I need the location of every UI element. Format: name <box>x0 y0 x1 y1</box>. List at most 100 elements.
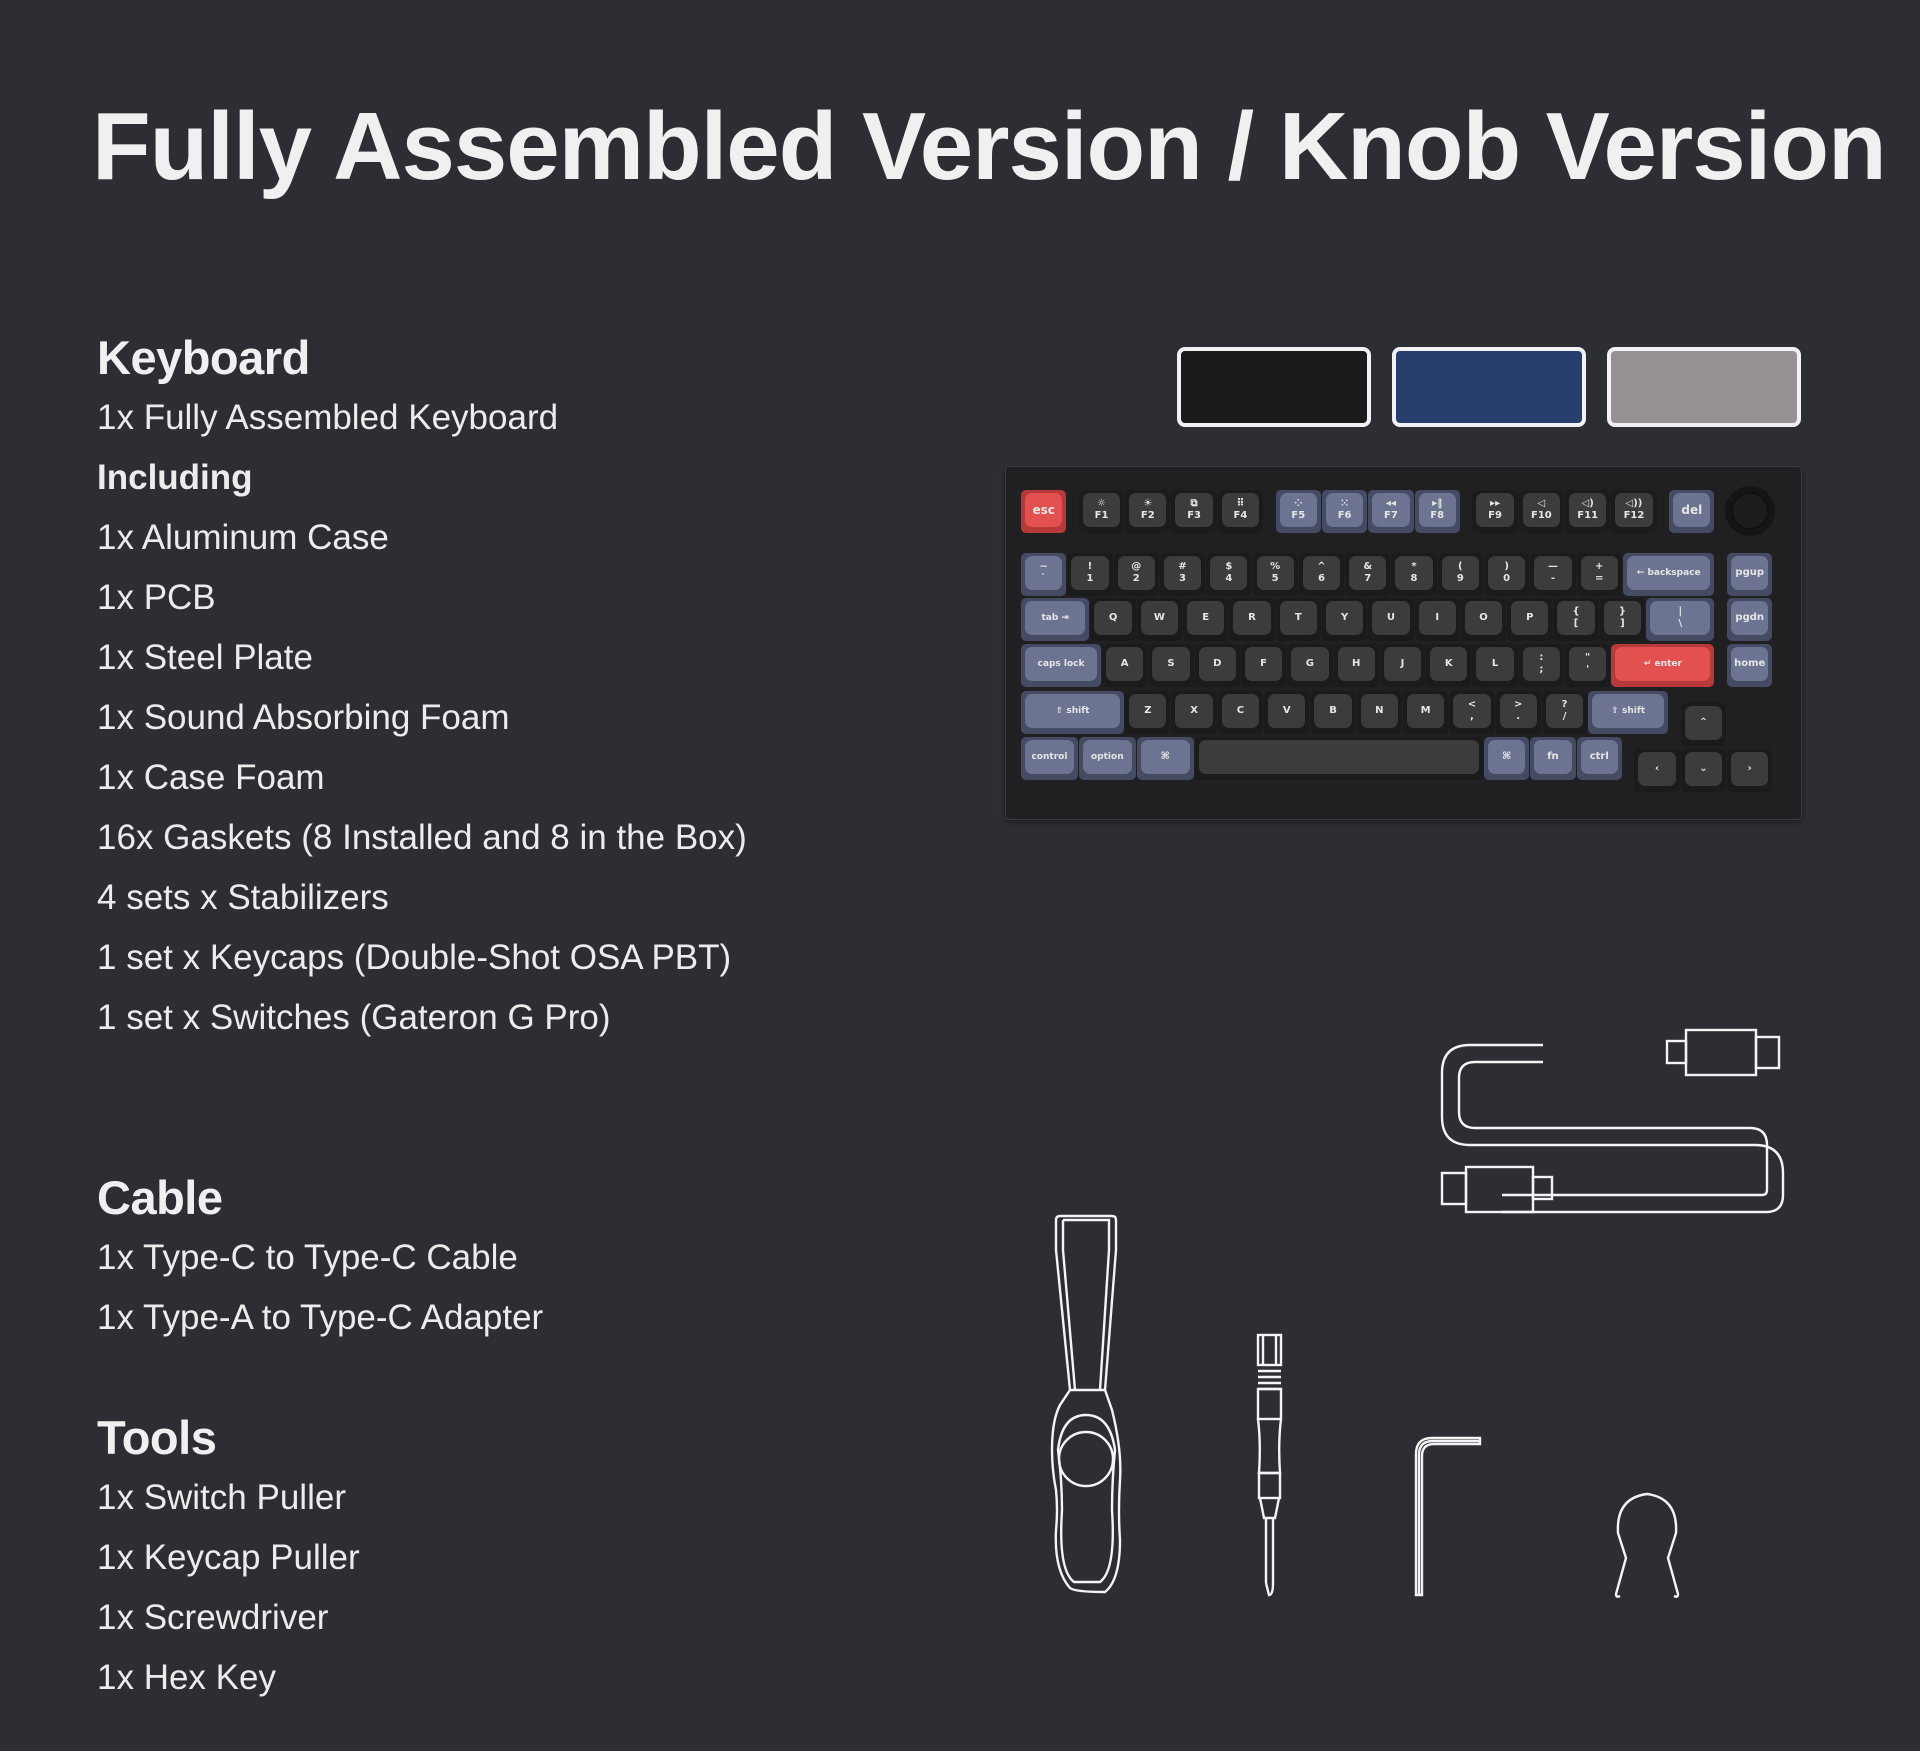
key[interactable]: Z <box>1125 691 1171 734</box>
key[interactable]: @2 <box>1113 553 1159 596</box>
key[interactable]: * 8 <box>1391 553 1437 596</box>
key[interactable]: N <box>1356 691 1402 734</box>
color-swatch-silver-grey[interactable] <box>1607 347 1801 427</box>
key[interactable]: I <box>1414 598 1460 641</box>
key[interactable]: C <box>1217 691 1264 734</box>
key[interactable]: + = <box>1576 553 1622 596</box>
key[interactable]: ☼ F1 <box>1078 490 1125 533</box>
key-shift-legend: ◁)) <box>1625 498 1643 509</box>
key[interactable]: ? / <box>1541 691 1588 734</box>
key-legend: Y <box>1340 612 1349 623</box>
key[interactable]: ⁘ F5 <box>1275 490 1321 533</box>
key[interactable]: P <box>1507 598 1553 641</box>
key[interactable]: pgup <box>1727 553 1773 596</box>
key[interactable]: {[ <box>1553 598 1599 641</box>
key[interactable]: › <box>1727 748 1773 792</box>
key[interactable]: ^ 6 <box>1298 553 1345 596</box>
key[interactable]: #3 <box>1159 553 1206 596</box>
key[interactable]: ⇧ shift <box>1021 691 1125 734</box>
key[interactable]: ⌄ <box>1680 748 1727 792</box>
key[interactable]: | \ <box>1646 598 1715 641</box>
key-legend: F7 <box>1384 510 1398 521</box>
key[interactable]: ◁)) F12 <box>1611 490 1657 533</box>
key-legend: Z <box>1144 705 1152 716</box>
key[interactable]: del <box>1669 490 1715 533</box>
key-legend: ‹ <box>1655 762 1660 774</box>
rotary-knob[interactable] <box>1731 492 1770 531</box>
key[interactable]: J <box>1379 644 1426 687</box>
key[interactable]: E <box>1183 598 1229 641</box>
key[interactable]: M <box>1402 691 1449 734</box>
key[interactable]: X <box>1171 691 1217 734</box>
key-shift-legend: # <box>1178 561 1187 572</box>
key[interactable]: ⌃ <box>1680 702 1727 746</box>
key-legend: ' <box>1586 664 1590 675</box>
key-legend: \ <box>1678 618 1683 629</box>
key-legend: ; <box>1539 664 1544 675</box>
key-legend: F11 <box>1577 510 1599 521</box>
key[interactable]: caps lock <box>1021 644 1102 687</box>
key[interactable]: $4 <box>1206 553 1252 596</box>
key[interactable]: ◂◂ F7 <box>1368 490 1414 533</box>
key[interactable]: D <box>1194 644 1240 687</box>
key[interactable]: ⧉ F3 <box>1171 490 1217 533</box>
key[interactable]: home <box>1727 644 1773 687</box>
key[interactable]: % 5 <box>1252 553 1298 596</box>
key[interactable]: esc <box>1021 490 1067 533</box>
key[interactable]: U <box>1368 598 1414 641</box>
key[interactable]: ☀ F2 <box>1125 490 1171 533</box>
key[interactable]: option <box>1078 737 1136 780</box>
key[interactable]: >. <box>1495 691 1541 734</box>
key[interactable]: }] <box>1599 598 1646 641</box>
key[interactable]: ! 1 <box>1067 553 1113 596</box>
key-spacebar[interactable] <box>1194 737 1483 780</box>
key[interactable]: V <box>1264 691 1310 734</box>
key[interactable]: ⇧ shift <box>1588 691 1669 734</box>
key[interactable]: — - <box>1530 553 1576 596</box>
screwdriver-icon <box>1256 1333 1283 1597</box>
key[interactable]: ⌘ <box>1136 737 1194 780</box>
key-legend: D <box>1213 658 1222 669</box>
key[interactable]: K <box>1426 644 1472 687</box>
color-swatch-navy-blue[interactable] <box>1392 347 1586 427</box>
key[interactable]: ) 0 <box>1484 553 1530 596</box>
key[interactable]: ← backspace <box>1622 553 1715 596</box>
key[interactable]: tab ⇥ <box>1021 598 1090 641</box>
key[interactable]: ~ ` <box>1021 553 1067 596</box>
key[interactable]: Q <box>1090 598 1136 641</box>
key[interactable]: ▸▸ F9 <box>1472 490 1518 533</box>
key[interactable]: pgdn <box>1727 598 1773 641</box>
key[interactable]: ◁ F10 <box>1518 490 1565 533</box>
key[interactable]: ⁙ F6 <box>1321 490 1368 533</box>
key[interactable]: O <box>1460 598 1507 641</box>
key[interactable]: (9 <box>1437 553 1483 596</box>
key[interactable]: S <box>1148 644 1194 687</box>
key[interactable]: H <box>1333 644 1379 687</box>
key-shift-legend: & <box>1363 561 1373 572</box>
key[interactable]: F <box>1240 644 1287 687</box>
key[interactable]: A <box>1102 644 1148 687</box>
key[interactable]: G <box>1287 644 1333 687</box>
key[interactable]: ‹ <box>1634 748 1680 792</box>
key-shift-legend: ◁) <box>1581 498 1594 509</box>
key[interactable]: fn <box>1530 737 1576 780</box>
key[interactable]: T <box>1275 598 1321 641</box>
key[interactable]: ⠿ F4 <box>1217 490 1264 533</box>
key[interactable]: B <box>1310 691 1356 734</box>
color-swatch-black[interactable] <box>1177 347 1371 427</box>
key[interactable]: L <box>1472 644 1518 687</box>
key[interactable]: <, <box>1449 691 1495 734</box>
key[interactable]: ↵ enter <box>1611 644 1715 687</box>
key[interactable]: control <box>1021 737 1078 780</box>
key[interactable]: ▸‖ F8 <box>1414 490 1460 533</box>
key[interactable]: Y <box>1321 598 1368 641</box>
key-legend: control <box>1031 752 1068 762</box>
key[interactable]: :; <box>1518 644 1565 687</box>
key[interactable]: ctrl <box>1576 737 1622 780</box>
key[interactable]: W <box>1136 598 1183 641</box>
key[interactable]: " ' <box>1565 644 1611 687</box>
key[interactable]: ◁) F11 <box>1565 490 1611 533</box>
key[interactable]: & 7 <box>1345 553 1391 596</box>
key[interactable]: ⌘ <box>1484 737 1530 780</box>
key[interactable]: R <box>1229 598 1275 641</box>
